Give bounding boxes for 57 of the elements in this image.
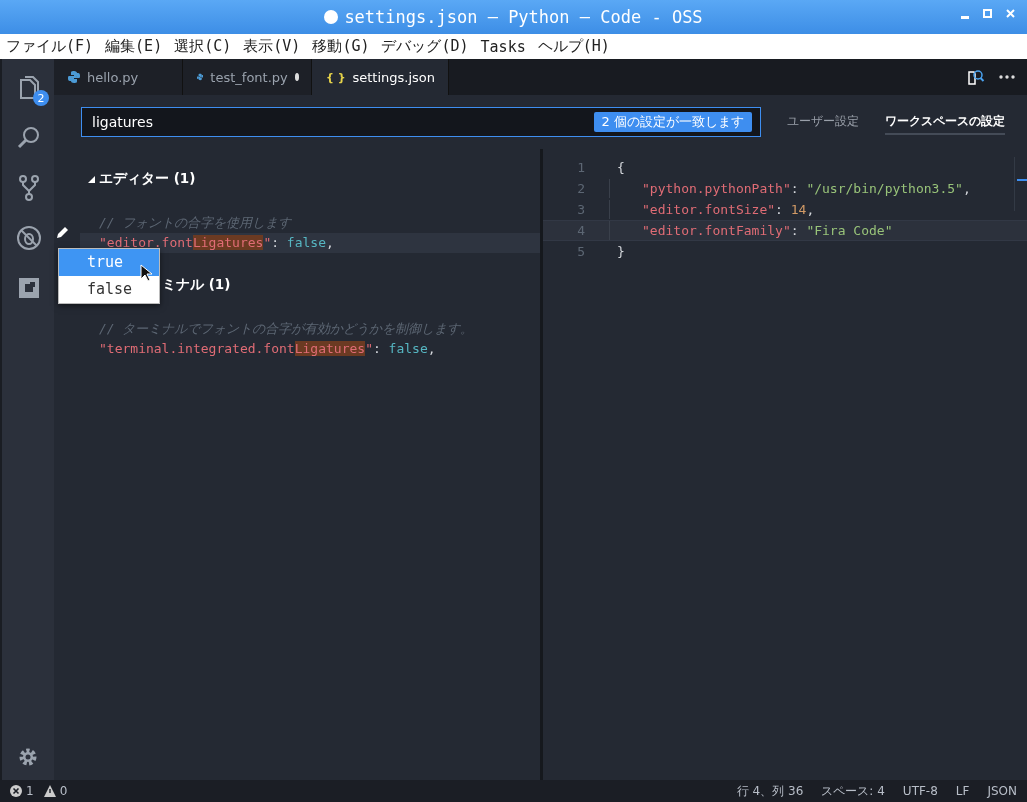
more-icon[interactable] [999,75,1015,79]
group-title[interactable]: ミナル (1) [162,276,231,294]
match-count-badge: 2 個の設定が一致します [593,112,752,132]
overview-ruler [1014,157,1027,211]
count-badge: 2 [33,90,49,106]
dropdown-option[interactable]: false [59,276,159,303]
error-count[interactable]: 1 [26,784,34,798]
menu-item[interactable]: 表示(V) [243,37,301,56]
warning-icon[interactable] [43,785,56,797]
menu-item[interactable]: ヘルプ(H) [537,37,610,56]
setting-comment: // フォントの合字を使用します [99,214,292,232]
unsaved-dot-icon [294,73,299,81]
menu-item[interactable]: 編集(E) [105,37,163,56]
editor-tab[interactable]: { } settings.json [312,59,449,95]
maximize-icon[interactable] [983,9,992,18]
status-item[interactable]: 行 4、列 36 [736,782,804,800]
status-item[interactable]: スペース: 4 [821,782,885,800]
line-number: 3 [576,201,586,219]
menu-item[interactable]: デバッグ(D) [381,37,469,56]
braces-icon: { } [326,70,346,84]
status-item[interactable]: JSON [987,784,1017,798]
window-title: settings.json — Python — Code - OSS [344,7,703,27]
code-line: } [616,243,625,261]
menu-item[interactable]: Tasks [480,37,526,56]
branch-icon [18,174,40,202]
search-field[interactable]: ligatures 2 個の設定が一致します [81,107,761,137]
group-title[interactable]: エディター (1) [99,170,196,188]
setting-line: "terminal.integrated.fontLigatures": false, [98,340,437,358]
code-line: "editor.fontFamily": "Fira Code" [642,222,893,240]
error-icon[interactable] [10,785,22,797]
menu-item[interactable]: ファイル(F) [6,37,94,56]
line-number: 2 [576,180,586,198]
mouse-pointer-icon [140,264,152,282]
line-number: 1 [576,159,586,177]
open-file-search-icon[interactable] [967,68,985,86]
status-item[interactable]: UTF-8 [902,784,938,798]
menu-item[interactable]: 選択(C) [174,37,232,56]
scope-tab[interactable]: ユーザー設定 [787,109,859,135]
expand-triangle-icon[interactable] [88,175,95,183]
settings-icon[interactable] [17,746,39,768]
code-line: "editor.fontSize": 14, [642,201,815,219]
code-line: { [616,159,625,177]
close-icon[interactable] [1006,9,1015,18]
search-icon [16,125,42,151]
warning-count[interactable]: 0 [59,784,68,798]
extensions-icon [17,276,41,300]
scope-tab[interactable]: ワークスペースの設定 [885,109,1005,135]
line-number: 5 [576,243,586,261]
python-icon [197,71,204,83]
menu-item[interactable]: 移動(G) [312,37,370,56]
python-icon [68,71,80,83]
status-item[interactable]: LF [955,784,970,798]
editor-tab[interactable]: hello.py [54,59,183,95]
pencil-icon[interactable] [56,225,70,239]
no-bug-icon [16,225,42,251]
code-line: "python.pythonPath": "/usr/bin/python3.5", [642,180,971,198]
editor-tab[interactable]: test_font.py [183,59,312,95]
